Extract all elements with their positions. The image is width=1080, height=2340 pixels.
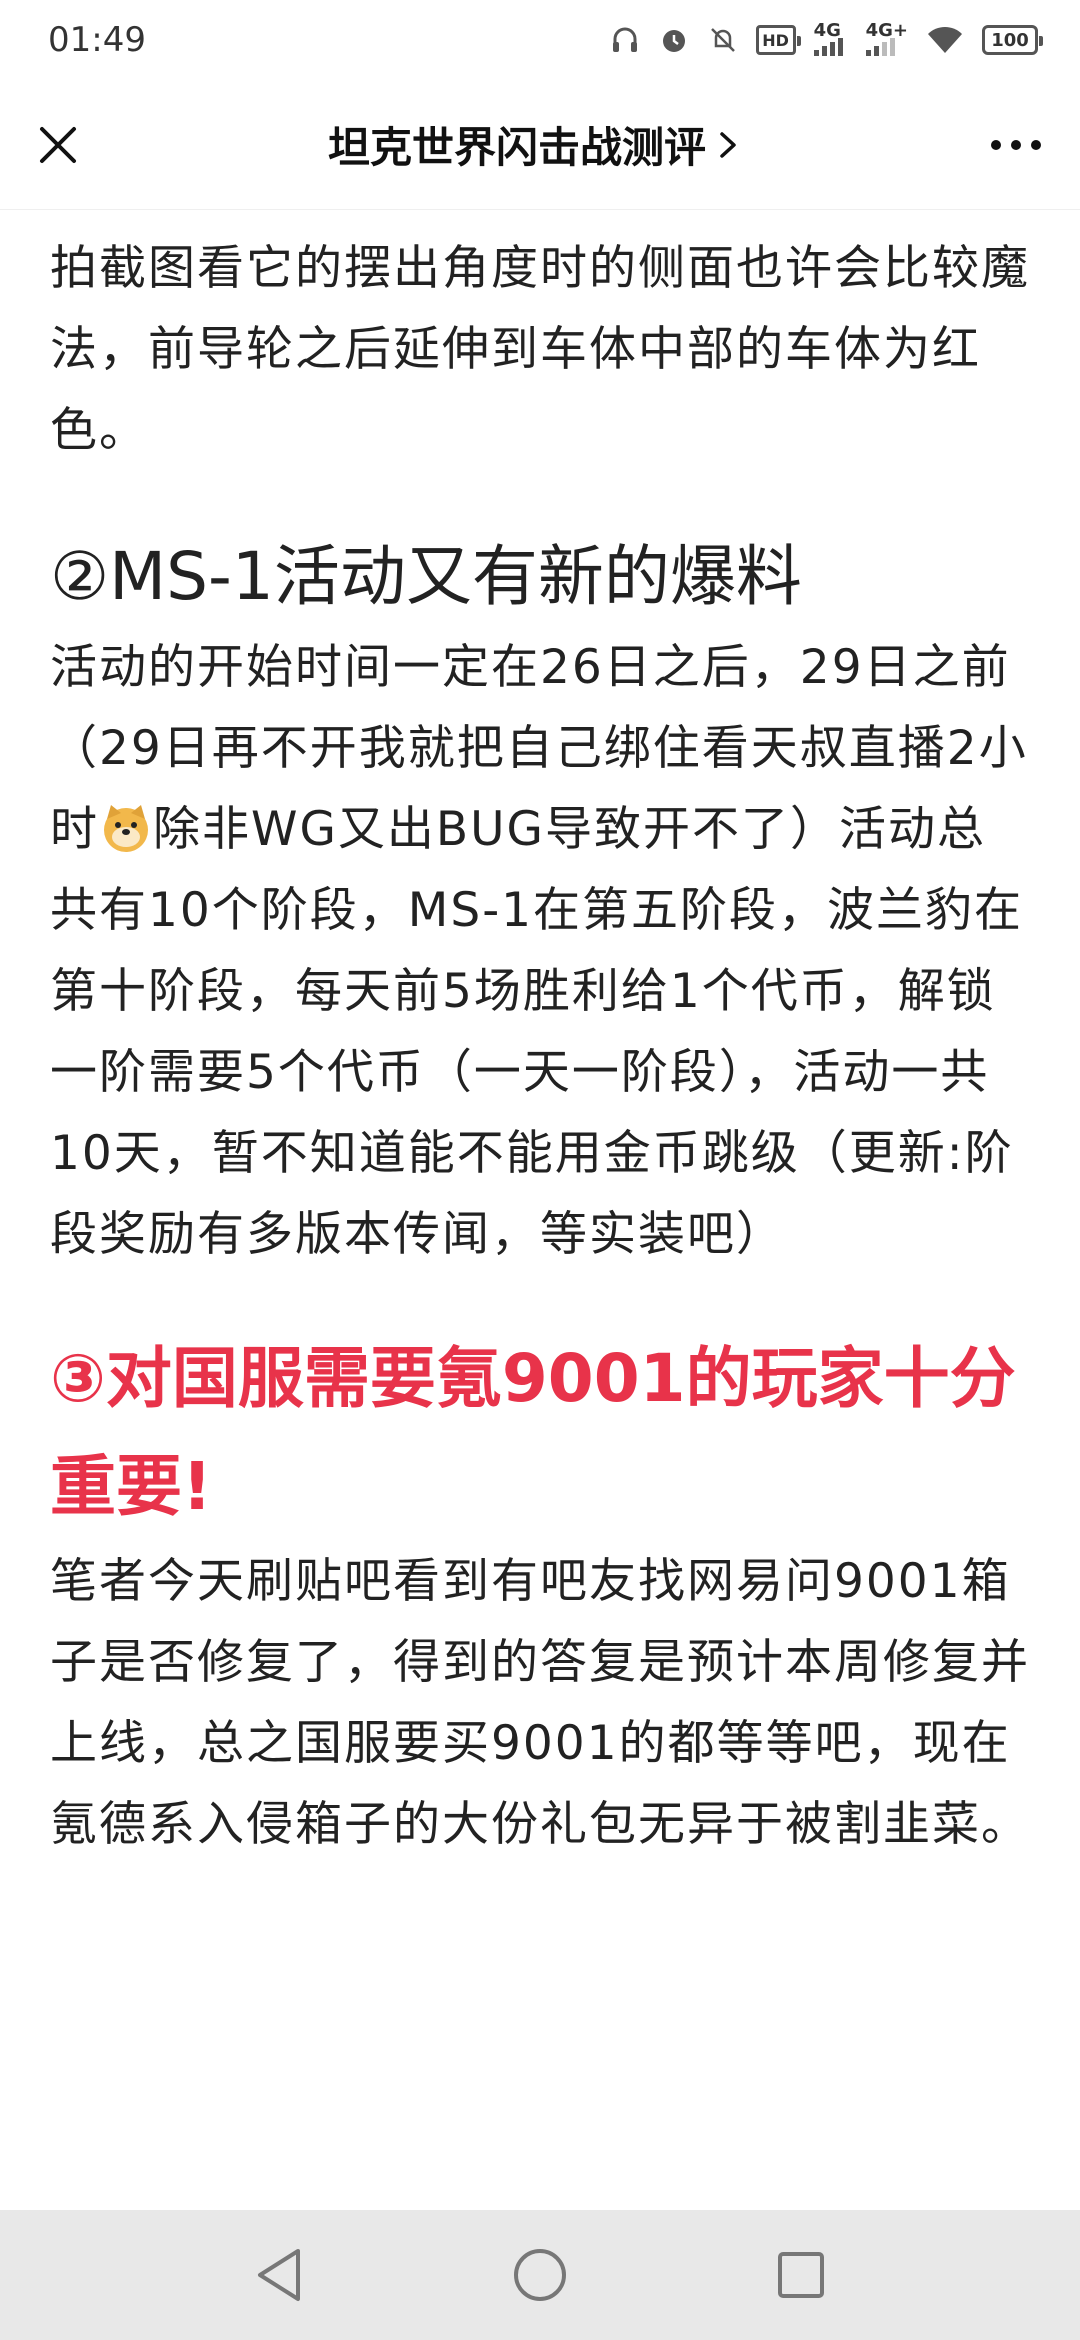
page-title-text: 坦克世界闪击战测评: [327, 123, 706, 172]
section2-paragraph: 活动的开始时间一定在26日之后，29日之前（29日再不开我就把自己绑住看天叔直播…: [50, 627, 1030, 1275]
section3-heading: ③对国服需要氪9001的玩家十分重要!: [50, 1340, 1016, 1525]
headphones-icon: [612, 27, 637, 52]
section3-paragraph: 笔者今天刷贴吧看到有吧友找网易问9001箱子是否修复了，得到的答复是预计本周修复…: [50, 1554, 1030, 1852]
page-title[interactable]: 坦克世界闪击战测评: [328, 114, 740, 175]
section2-heading: ②MS-1活动又有新的爆料: [50, 538, 802, 615]
recent-apps-icon[interactable]: [776, 2250, 826, 2300]
alarm-icon: [662, 30, 685, 52]
home-nav-icon[interactable]: [512, 2247, 568, 2303]
chevron-right-icon: [720, 131, 736, 158]
nav-bar: 坦克世界闪击战测评: [0, 80, 1080, 210]
signal-4g-plus-icon: 4G+: [865, 22, 908, 56]
section2-paragraph-part2: 除非WG又出BUG导致开不了）活动总共有10个阶段，MS-1在第五阶段，波兰豹在…: [50, 802, 1024, 1262]
article-content: 拍截图看它的摆出角度时的侧面也许会比较魔法，前导轮之后延伸到车体中部的车体为红色…: [0, 210, 1080, 2210]
system-nav-bar: [0, 2210, 1080, 2340]
close-icon[interactable]: [34, 121, 82, 169]
status-bar: 01:49 HD 4G 4G+ 100: [0, 0, 1080, 80]
status-icons: HD 4G 4G+ 100: [610, 22, 1043, 56]
wifi-icon: [928, 26, 962, 53]
back-nav-icon[interactable]: [254, 2247, 304, 2303]
signal-4g-icon: 4G: [813, 22, 848, 56]
more-icon[interactable]: [986, 135, 1046, 155]
status-time: 01:49: [48, 20, 146, 60]
doge-emoji-icon: [104, 805, 148, 852]
battery-icon: 100: [982, 25, 1043, 55]
mute-bell-icon: [710, 28, 735, 52]
hd-icon: HD: [755, 25, 801, 55]
intro-paragraph: 拍截图看它的摆出角度时的侧面也许会比较魔法，前导轮之后延伸到车体中部的车体为红色…: [50, 241, 1030, 458]
